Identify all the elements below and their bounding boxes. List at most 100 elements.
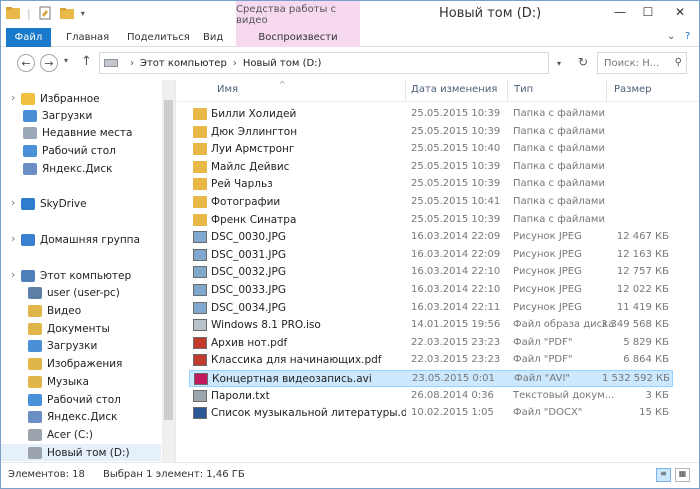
file-size: 12 163 КБ <box>616 248 669 260</box>
table-row[interactable]: Билли Холидей 25.05.2015 10:39 Папка с фай… <box>189 106 673 123</box>
expand-arrow-icon[interactable]: › <box>11 232 15 245</box>
star-icon <box>21 92 35 105</box>
table-row[interactable]: DSC_0032.JPG 16.03.2014 22:10 Рисунок JPEG… <box>189 264 673 281</box>
sidebar-item-3[interactable]: Рабочий стол <box>23 142 116 159</box>
tab-play[interactable]: Воспроизвести <box>236 28 360 47</box>
up-button[interactable]: ↑ <box>81 54 92 69</box>
address-history-icon[interactable]: ▾ <box>557 59 561 68</box>
homegroup-icon <box>21 233 35 246</box>
minimize-button[interactable]: — <box>607 1 633 23</box>
file-name: Пароли.txt <box>211 389 270 402</box>
ribbon-tabs: Файл Главная Поделиться Вид Воспроизвест… <box>1 28 699 47</box>
table-row[interactable]: DSC_0033.JPG 16.03.2014 22:10 Рисунок JPEG… <box>189 282 673 299</box>
sidebar-item-label: Загрузки <box>42 109 93 122</box>
column-date[interactable]: Дата изменения <box>411 84 497 95</box>
sidebar-item-6[interactable]: › Домашняя группа <box>11 231 140 248</box>
sidebar-item-7[interactable]: › Этот компьютер <box>11 267 131 284</box>
file-type: Рисунок JPEG <box>513 301 582 313</box>
sidebar-item-13[interactable]: Музыка <box>28 373 89 390</box>
help-icon[interactable]: ? <box>685 31 690 42</box>
ribbon-expand-icon[interactable]: ⌄ <box>667 31 675 42</box>
tab-view[interactable]: Вид <box>203 28 223 47</box>
file-type: Папка с файлами <box>513 213 605 225</box>
folder-icon <box>193 213 207 226</box>
refresh-icon[interactable]: ↻ <box>578 55 588 69</box>
sidebar-scrollbar[interactable] <box>162 80 175 462</box>
expand-arrow-icon[interactable]: › <box>11 196 15 209</box>
table-row[interactable]: Рей Чарльз 25.05.2015 10:39 Папка с файлам… <box>189 176 673 193</box>
search-input[interactable]: Поиск: Н... ⚲ <box>597 52 687 74</box>
tab-home[interactable]: Главная <box>66 28 109 47</box>
table-row[interactable]: Классика для начинающих.pdf 22.03.2015 23… <box>189 352 673 369</box>
maximize-button[interactable]: ☐ <box>635 1 661 23</box>
file-type: Папка с файлами <box>513 178 605 190</box>
properties-icon[interactable] <box>37 6 53 20</box>
table-row[interactable]: Луи Армстронг 25.05.2015 10:40 Папка с фай… <box>189 141 673 158</box>
sidebar-item-8[interactable]: user (user-pc) <box>28 284 120 301</box>
sidebar-item-14[interactable]: Рабочий стол <box>28 391 121 408</box>
column-size[interactable]: Размер <box>614 84 652 95</box>
file-name: DSC_0031.JPG <box>211 248 286 261</box>
chevron-right-icon[interactable]: › <box>233 58 237 69</box>
table-row[interactable]: Windows 8.1 PRO.iso 14.01.2015 19:56 Файл … <box>189 317 673 334</box>
sidebar-item-label: Домашняя группа <box>40 233 140 246</box>
table-row[interactable]: Концертная видеозапись.avi 23.05.2015 0:0… <box>189 370 673 387</box>
disc-image-icon <box>193 319 207 332</box>
expand-arrow-icon[interactable]: › <box>11 91 15 104</box>
tab-share[interactable]: Поделиться <box>127 28 190 47</box>
sidebar-item-15[interactable]: Яндекс.Диск <box>28 408 117 425</box>
file-type: Рисунок JPEG <box>513 284 582 295</box>
column-name[interactable]: Имя <box>217 84 238 95</box>
close-button[interactable]: ✕ <box>663 1 697 23</box>
address-bar[interactable]: › Этот компьютер › Новый том (D:) <box>99 52 549 74</box>
table-row[interactable]: DSC_0034.JPG 16.03.2014 22:11 Рисунок JPEG… <box>189 300 673 317</box>
file-date: 16.03.2014 22:11 <box>411 301 501 313</box>
table-row[interactable]: Дюк Эллингтон 25.05.2015 10:39 Папка с фай… <box>189 124 673 141</box>
large-icons-view-button[interactable]: ▦ <box>675 468 690 482</box>
table-row[interactable]: Список музыкальной литературы.docx 10.02.… <box>189 405 673 422</box>
sidebar-item-label: Избранное <box>40 92 100 105</box>
recent-locations-icon[interactable]: ▾ <box>64 56 68 65</box>
expand-arrow-icon[interactable]: › <box>11 268 15 281</box>
sidebar-item-12[interactable]: Изображения <box>28 355 122 372</box>
sidebar-item-17[interactable]: Новый том (D:) <box>1 444 161 461</box>
table-row[interactable]: Архив нот.pdf 22.03.2015 23:23 Файл "PDF" 5… <box>189 335 673 352</box>
breadcrumb-this-pc[interactable]: Этот компьютер <box>140 58 227 69</box>
table-row[interactable]: Френк Синатра 25.05.2015 10:39 Папка с фай… <box>189 212 673 229</box>
file-type: Рисунок JPEG <box>513 266 582 278</box>
file-date: 23.05.2015 0:01 <box>412 373 495 384</box>
new-folder-icon[interactable] <box>59 6 75 20</box>
sidebar-item-11[interactable]: Загрузки <box>28 337 97 354</box>
sidebar-item-16[interactable]: Acer (C:) <box>28 426 93 443</box>
breadcrumb-drive-d[interactable]: Новый том (D:) <box>243 58 322 69</box>
forward-button[interactable]: → <box>40 54 58 72</box>
sidebar-item-9[interactable]: Видео <box>28 302 81 319</box>
table-row[interactable]: Пароли.txt 26.08.2014 0:36 Текстовый докум… <box>189 388 673 405</box>
sidebar-item-4[interactable]: Яндекс.Диск <box>23 160 112 177</box>
scrollbar-thumb[interactable] <box>164 100 173 420</box>
tab-file[interactable]: Файл <box>6 28 51 47</box>
sidebar-item-10[interactable]: Документы <box>28 320 110 337</box>
documents-icon <box>28 322 42 335</box>
file-list: ^ Имя Дата изменения Тип Размер Билли Хо… <box>177 80 699 462</box>
navigation-pane: › Избранное Загрузки Недавние места Рабочий … <box>1 80 176 462</box>
sidebar-item-5[interactable]: › SkyDrive <box>11 195 87 212</box>
table-row[interactable]: DSC_0031.JPG 16.03.2014 22:09 Рисунок JPEG… <box>189 247 673 264</box>
file-name: DSC_0030.JPG <box>211 231 286 244</box>
column-type[interactable]: Тип <box>514 84 533 95</box>
sidebar-item-2[interactable]: Недавние места <box>23 124 132 141</box>
search-icon[interactable]: ⚲ <box>675 57 682 68</box>
chevron-right-icon[interactable]: › <box>130 58 134 69</box>
details-view-button[interactable]: ≡ <box>656 468 671 482</box>
music-icon <box>28 375 42 388</box>
folder-icon <box>193 160 207 173</box>
table-row[interactable]: Фотографии 25.05.2015 10:41 Папка с файлам… <box>189 194 673 211</box>
file-date: 26.08.2014 0:36 <box>411 389 494 401</box>
table-row[interactable]: DSC_0030.JPG 16.03.2014 22:09 Рисунок JPEG… <box>189 229 673 246</box>
qat-customize-icon[interactable]: ▾ <box>81 9 85 18</box>
sidebar-item-label: Документы <box>47 322 110 335</box>
table-row[interactable]: Майлс Дейвис 25.05.2015 10:39 Папка с файл… <box>189 159 673 176</box>
back-button[interactable]: ← <box>17 54 35 72</box>
sidebar-item-0[interactable]: › Избранное <box>11 90 100 107</box>
sidebar-item-1[interactable]: Загрузки <box>23 107 92 124</box>
